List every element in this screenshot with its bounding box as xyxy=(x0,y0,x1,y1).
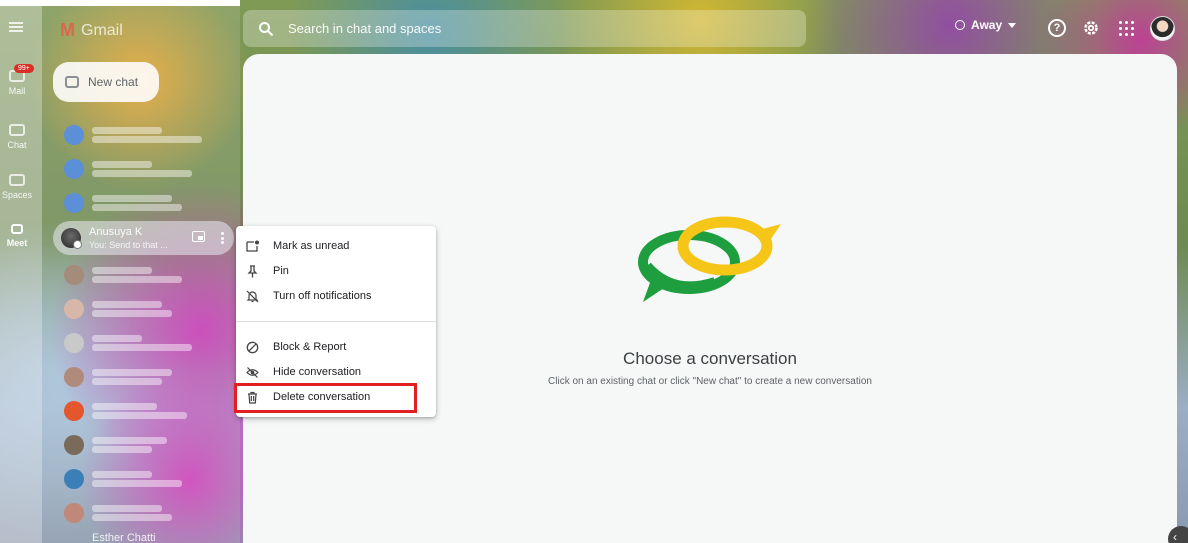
gmail-logo[interactable]: M Gmail xyxy=(60,20,123,41)
new-chat-button[interactable]: New chat xyxy=(53,62,159,102)
menu-item-block-report[interactable]: Block & Report xyxy=(236,335,436,359)
menu-item-hide-conversation[interactable]: Hide conversation xyxy=(236,360,436,384)
chat-bubbles-illustration xyxy=(638,216,781,302)
avatar xyxy=(64,333,84,353)
menu-divider xyxy=(236,321,436,322)
gmail-m-icon: M xyxy=(60,20,75,40)
logo-text: Gmail xyxy=(81,21,123,39)
apps-grid-icon[interactable] xyxy=(1117,19,1135,37)
menu-item-pin[interactable]: Pin xyxy=(236,259,436,283)
rail-item-label: Meet xyxy=(6,238,28,248)
search-bar[interactable] xyxy=(243,10,806,47)
list-item[interactable] xyxy=(56,394,232,428)
avatar xyxy=(64,435,84,455)
chat-icon xyxy=(9,124,25,136)
pin-icon xyxy=(247,264,258,277)
avatar xyxy=(64,469,84,489)
hide-icon xyxy=(246,366,259,378)
avatar xyxy=(64,503,84,523)
main-menu-icon[interactable] xyxy=(9,22,23,32)
account-avatar[interactable] xyxy=(1150,16,1175,41)
active-chat-item[interactable]: Anusuya K You: Send to that ... xyxy=(53,221,234,255)
new-chat-label: New chat xyxy=(88,75,139,89)
menu-item-turn-off-notifications[interactable]: Turn off notifications xyxy=(236,284,436,308)
list-item[interactable] xyxy=(56,292,232,326)
mark-unread-icon xyxy=(246,240,259,252)
avatar xyxy=(64,367,84,387)
chat-name[interactable]: Esther Chatti xyxy=(92,532,156,543)
notifications-off-icon xyxy=(246,290,259,302)
menu-item-label: Block & Report xyxy=(273,341,347,353)
status-icon xyxy=(955,20,965,30)
chevron-down-icon xyxy=(1008,22,1017,28)
left-rail: 99+ Mail Chat Spaces Meet xyxy=(0,6,42,543)
avatar xyxy=(64,401,84,421)
list-item[interactable] xyxy=(56,186,232,220)
block-icon xyxy=(246,341,259,353)
spaces-icon xyxy=(9,174,25,186)
rail-item-chat[interactable]: Chat xyxy=(0,124,34,150)
rail-item-meet[interactable]: Meet xyxy=(0,224,34,248)
avatar xyxy=(64,265,84,285)
list-item[interactable] xyxy=(56,360,232,394)
status-label: Away xyxy=(971,18,1003,32)
list-item[interactable] xyxy=(56,428,232,462)
video-camera-icon xyxy=(11,224,23,234)
menu-item-label: Turn off notifications xyxy=(273,290,372,302)
delete-highlight-box xyxy=(234,383,417,413)
rail-item-spaces[interactable]: Spaces xyxy=(0,174,34,200)
chat-name: Anusuya K xyxy=(89,226,143,238)
search-icon xyxy=(259,21,274,36)
list-item[interactable] xyxy=(56,152,232,186)
search-input[interactable] xyxy=(288,21,688,36)
avatar xyxy=(61,228,82,249)
open-in-window-icon[interactable] xyxy=(192,231,205,242)
list-item[interactable] xyxy=(56,258,232,292)
gear-icon[interactable] xyxy=(1082,19,1100,37)
avatar xyxy=(64,159,84,179)
rail-item-label: Mail xyxy=(8,86,26,96)
list-item[interactable] xyxy=(56,496,232,530)
rail-item-label: Spaces xyxy=(1,190,33,200)
mail-count-badge: 99+ xyxy=(14,64,34,73)
avatar xyxy=(64,193,84,213)
menu-item-mark-unread[interactable]: Mark as unread xyxy=(236,234,436,258)
rail-item-label: Chat xyxy=(7,140,27,150)
menu-item-label: Pin xyxy=(273,265,289,277)
list-item[interactable] xyxy=(56,118,232,152)
help-icon[interactable]: ? xyxy=(1048,19,1066,37)
menu-item-label: Hide conversation xyxy=(273,366,362,378)
chat-preview: You: Send to that ... xyxy=(89,240,168,250)
menu-item-label: Mark as unread xyxy=(273,240,350,252)
status-dropdown[interactable]: Away xyxy=(955,18,1017,32)
more-options-icon[interactable] xyxy=(215,230,229,246)
avatar xyxy=(64,125,84,145)
rail-item-mail[interactable]: 99+ Mail xyxy=(0,64,34,96)
new-chat-icon xyxy=(65,76,79,88)
list-item[interactable] xyxy=(56,326,232,360)
avatar xyxy=(64,299,84,319)
list-item[interactable] xyxy=(56,462,232,496)
